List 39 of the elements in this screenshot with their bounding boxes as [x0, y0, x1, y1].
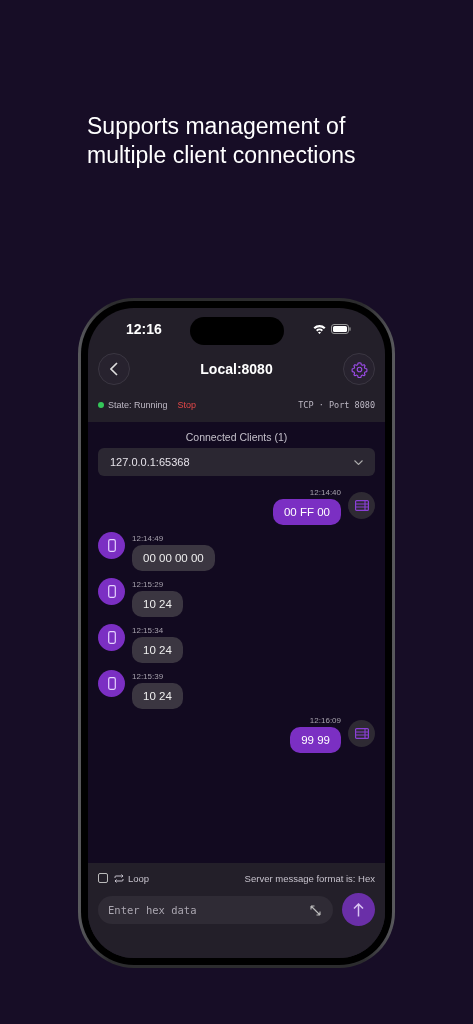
- message-bubble: 00 00 00 00: [132, 545, 215, 571]
- hex-input-field[interactable]: Enter hex data: [98, 895, 333, 924]
- back-button[interactable]: [98, 353, 130, 385]
- message-time: 12:15:34: [132, 626, 165, 635]
- server-state: State: Running: [108, 400, 168, 410]
- message-bubble: 10 24: [132, 683, 183, 709]
- phone-icon: [107, 631, 116, 644]
- loop-label: Loop: [128, 872, 150, 884]
- screen-title: Local:8080: [200, 361, 273, 377]
- clients-title: Connected Clients (1): [184, 431, 289, 443]
- stop-link[interactable]: Stop: [177, 400, 197, 410]
- message-time: 12:15:29: [132, 580, 165, 589]
- server-info: TCP · Port 8080: [298, 400, 375, 410]
- message-time: 12:15:39: [132, 672, 165, 681]
- send-button[interactable]: [342, 893, 375, 926]
- format-note: Server message format is: Hex: [244, 872, 375, 884]
- message-bubble: 00 FF 00: [272, 499, 341, 525]
- message-time: 12:16:09: [309, 716, 341, 725]
- client-dropdown[interactable]: 127.0.0.1:65368: [98, 448, 375, 476]
- expand-icon: [310, 904, 321, 916]
- message-bubble: 10 24: [132, 637, 183, 663]
- headline: Supports management of multiple client connections: [87, 112, 357, 170]
- arrow-up-icon: [353, 902, 364, 917]
- repeat-icon: [114, 873, 124, 883]
- battery-icon: [331, 324, 351, 334]
- settings-icon: [350, 360, 368, 378]
- message-bubble: 99 99: [290, 727, 341, 753]
- status-time: 12:16: [126, 321, 162, 337]
- message-bubble: 10 24: [132, 591, 183, 617]
- phone-icon: [107, 677, 116, 690]
- message-time: 12:14:49: [132, 534, 165, 543]
- back-icon: [110, 362, 118, 376]
- phone-icon: [107, 585, 116, 598]
- phone-icon: [107, 539, 116, 552]
- loop-checkbox[interactable]: [98, 873, 108, 883]
- chevron-icon: [354, 459, 363, 465]
- settings-button[interactable]: [343, 353, 375, 385]
- wifi-icon: [313, 324, 326, 334]
- message-time: 12:14:40: [309, 488, 341, 497]
